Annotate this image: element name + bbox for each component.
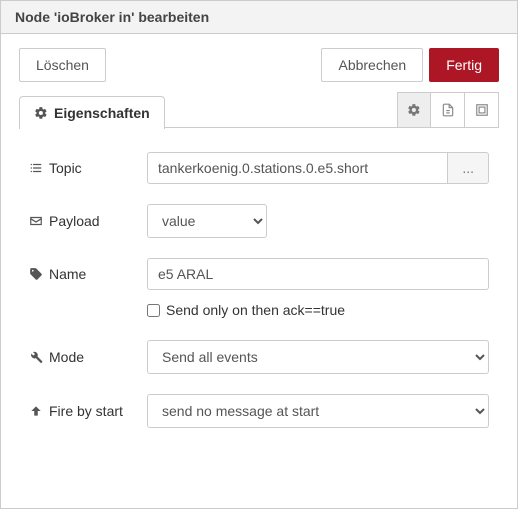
mode-select[interactable]: Send all events <box>147 340 489 374</box>
tab-icon-info[interactable] <box>431 92 465 128</box>
row-ack: Send only on then ack==true <box>147 302 489 318</box>
row-fire-by-start: Fire by start send no message at start <box>29 394 489 428</box>
dialog-header: Node 'ioBroker in' bearbeiten <box>1 1 517 34</box>
payload-label: Payload <box>49 213 100 229</box>
topic-input[interactable] <box>147 152 448 184</box>
cancel-button[interactable]: Abbrechen <box>321 48 423 82</box>
ack-checkbox[interactable] <box>147 304 160 317</box>
tab-icon-appearance[interactable] <box>465 92 499 128</box>
tab-properties[interactable]: Eigenschaften <box>19 96 165 129</box>
name-label: Name <box>49 266 86 282</box>
delete-button[interactable]: Löschen <box>19 48 106 82</box>
tab-icon-settings[interactable] <box>397 92 431 128</box>
topic-label: Topic <box>49 160 82 176</box>
envelope-icon <box>29 214 43 228</box>
fire-by-start-label: Fire by start <box>49 403 123 419</box>
row-topic: Topic ... <box>29 152 489 184</box>
gear-icon <box>407 103 421 117</box>
payload-select[interactable]: value <box>147 204 267 238</box>
document-icon <box>441 103 455 117</box>
ack-label: Send only on then ack==true <box>166 302 345 318</box>
tag-icon <box>29 267 43 281</box>
list-icon <box>29 161 43 175</box>
done-button[interactable]: Fertig <box>429 48 499 82</box>
tab-bar: Eigenschaften <box>1 92 517 128</box>
dialog-title: Node 'ioBroker in' bearbeiten <box>15 9 209 25</box>
properties-form: Topic ... Payload value Name Send only o… <box>1 128 517 458</box>
row-payload: Payload value <box>29 204 489 238</box>
row-name: Name <box>29 258 489 290</box>
arrow-up-icon <box>29 404 43 418</box>
tab-properties-label: Eigenschaften <box>54 105 150 121</box>
topic-browse-button[interactable]: ... <box>448 152 489 184</box>
dialog-toolbar: Löschen Abbrechen Fertig <box>1 34 517 88</box>
gear-icon <box>34 106 48 120</box>
row-mode: Mode Send all events <box>29 340 489 374</box>
wrench-icon <box>29 350 43 364</box>
layout-icon <box>475 103 489 117</box>
name-input[interactable] <box>147 258 489 290</box>
fire-by-start-select[interactable]: send no message at start <box>147 394 489 428</box>
mode-label: Mode <box>49 349 84 365</box>
